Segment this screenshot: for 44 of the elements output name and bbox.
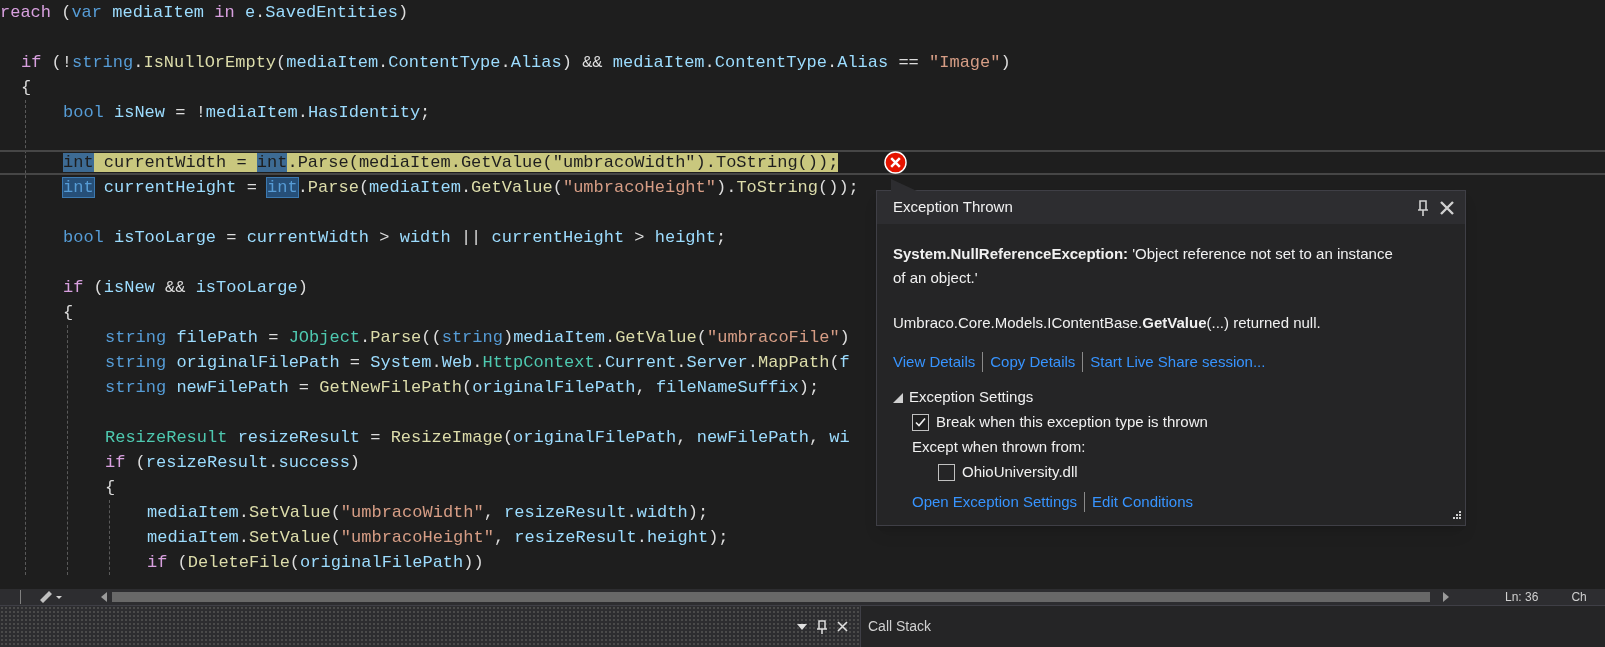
settings-text: Except when thrown from:	[912, 436, 1086, 457]
code-line: if (DeleteFile(originalFilePath))	[147, 553, 484, 572]
scroll-right-icon[interactable]	[1442, 592, 1450, 602]
pin-icon[interactable]	[1417, 199, 1429, 216]
close-icon[interactable]	[837, 621, 848, 632]
checkbox-label: Break when this exception type is thrown	[936, 411, 1208, 432]
code-line: ResizeResult resizeResult = ResizeImage(originalFilePath, newFilePath, wi	[105, 428, 850, 447]
expanded-triangle-icon[interactable]	[893, 392, 903, 403]
code-line: string newFilePath = GetNewFilePath(originalFilePath, fileNameSuffix);	[105, 378, 820, 397]
code-line: {	[63, 303, 74, 322]
code-line: reach (var mediaItem in e.SavedEntities)	[0, 3, 409, 22]
horizontal-scrollbar-thumb[interactable]	[112, 592, 1430, 602]
code-line: if (resizeResult.success)	[105, 453, 361, 472]
column-indicator: Ch	[1571, 589, 1587, 606]
code-line: if (!string.IsNullOrEmpty(mediaItem.ContentType.Alias) && mediaItem.ContentType.Alias == "Image")	[21, 53, 1011, 72]
error-icon[interactable]	[884, 151, 907, 174]
exception-detail: Umbraco.Core.Models.IContentBase.GetValue(...) returned null.	[893, 313, 1321, 333]
pin-icon[interactable]	[817, 619, 827, 634]
popup-link[interactable]: Edit Conditions	[1092, 490, 1193, 513]
checkbox-label: OhioUniversity.dll	[962, 461, 1078, 482]
exception-message: System.NullReferenceException: 'Object reference not set to an instance of an object.'	[893, 244, 1393, 288]
checkbox[interactable]	[912, 413, 929, 431]
call-stack-tab[interactable]: Call Stack	[868, 616, 932, 637]
code-line: mediaItem.SetValue("umbracoWidth", resizeResult.width);	[147, 503, 709, 522]
settings-section-label: Exception Settings	[909, 387, 1034, 408]
code-line: {	[21, 78, 32, 97]
code-line: string originalFilePath = System.Web.HttpContext.Current.Server.MapPath(f	[105, 353, 850, 372]
code-line: string filePath = JObject.Parse((string)mediaItem.GetValue("umbracoFile")	[105, 328, 850, 347]
popup-title: Exception Thrown	[893, 197, 1013, 218]
scroll-left-icon[interactable]	[100, 592, 108, 602]
code-line: bool isTooLarge = currentWidth > width || currentHeight > height;	[63, 228, 727, 247]
code-line: mediaItem.SetValue("umbracoHeight", resizeResult.height);	[147, 528, 729, 547]
popup-link[interactable]: Copy Details	[990, 351, 1076, 374]
checkbox[interactable]	[938, 463, 955, 481]
close-icon[interactable]	[1439, 199, 1455, 216]
dropdown-caret-icon[interactable]	[797, 623, 807, 630]
code-line: bool isNew = !mediaItem.HasIdentity;	[63, 103, 431, 122]
line-number-indicator: Ln: 36	[1505, 589, 1539, 606]
popup-link[interactable]: Start Live Share session...	[1090, 351, 1266, 374]
code-line: {	[105, 478, 116, 497]
code-line: if (isNew && isTooLarge)	[63, 278, 308, 297]
popup-link[interactable]: Open Exception Settings	[912, 490, 1078, 513]
code-line: int currentHeight = int.Parse(mediaItem.GetValue("umbracoHeight").ToString());	[63, 178, 859, 197]
popup-link[interactable]: View Details	[893, 351, 976, 374]
